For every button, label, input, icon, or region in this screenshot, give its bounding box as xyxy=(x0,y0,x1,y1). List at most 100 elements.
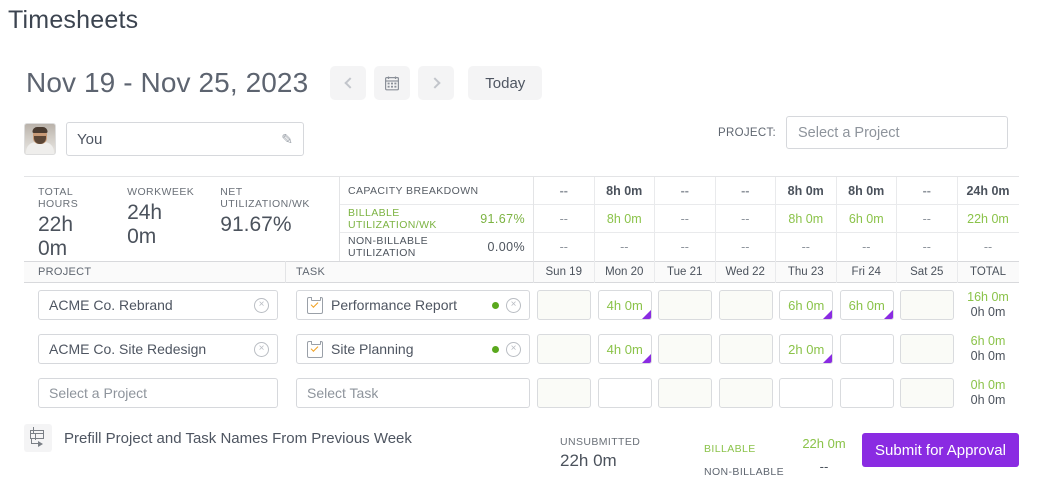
today-button[interactable]: Today xyxy=(468,66,543,100)
hour-cell-wrapper xyxy=(897,378,958,408)
project-select-input[interactable]: Select a Project xyxy=(786,116,1008,149)
status-dot xyxy=(492,345,499,353)
billable-cell: 22h 0m xyxy=(957,205,1019,233)
nonbillable-cell: -- xyxy=(559,240,568,254)
table-row: ACME Co. Site Redesign × Site Planning × 4h … xyxy=(24,327,1019,371)
hour-input[interactable] xyxy=(718,334,773,364)
previous-week-button[interactable] xyxy=(330,66,367,100)
prefill-label[interactable]: Prefill Project and Task Names From Prev… xyxy=(64,430,412,447)
column-header-day: Fri 24 xyxy=(837,261,897,283)
project-input[interactable]: ACME Co. Site Redesign × xyxy=(38,334,278,364)
arrow-head xyxy=(38,440,43,447)
hour-cell-wrapper xyxy=(655,334,716,364)
hour-input[interactable] xyxy=(658,290,713,320)
pencil-icon[interactable]: ✎ xyxy=(281,131,293,148)
hour-input[interactable] xyxy=(839,334,894,364)
hour-input[interactable]: 4h 0m xyxy=(597,334,652,364)
task-input[interactable]: Performance Report × xyxy=(296,290,530,320)
kpi-panel: TOTAL HOURS 22h 0m WORKWEEK 24h 0m NET U… xyxy=(24,177,340,261)
hour-input[interactable] xyxy=(718,290,773,320)
capacity-cell: -- xyxy=(897,177,957,205)
hour-cell-wrapper xyxy=(534,378,595,408)
next-week-button[interactable] xyxy=(418,66,455,100)
task-cell: Site Planning × xyxy=(286,334,534,364)
row-total-billable: 0h 0m xyxy=(970,378,1006,392)
hour-input[interactable] xyxy=(839,378,894,408)
hour-input[interactable] xyxy=(658,378,713,408)
hour-cell-wrapper xyxy=(837,334,898,364)
task-cell: Performance Report × xyxy=(286,290,534,320)
hour-cell-wrapper: 4h 0m xyxy=(595,334,656,364)
user-row: You ✎ xyxy=(24,122,304,156)
hour-cell-wrapper: 2h 0m xyxy=(776,334,837,364)
prefill-action[interactable]: Prefill Project and Task Names From Prev… xyxy=(24,424,412,452)
hour-cell-wrapper xyxy=(716,290,777,320)
billable-utilization-row: BILLABLE UTILIZATION/WK 91.67% xyxy=(340,205,533,233)
hour-input[interactable]: 2h 0m xyxy=(779,334,834,364)
footer-billable-labels: BILLABLE NON-BILLABLE xyxy=(704,438,784,484)
submit-for-approval-button[interactable]: Submit for Approval xyxy=(862,433,1019,467)
task-value: Select Task xyxy=(307,385,379,401)
hour-input[interactable] xyxy=(718,378,773,408)
hour-input[interactable] xyxy=(537,378,592,408)
project-cell: Select a Project xyxy=(24,378,286,408)
footer-nonbillable-value: -- xyxy=(819,459,829,474)
billable-utilization-value: 91.67% xyxy=(480,211,525,226)
task-value: Site Planning xyxy=(331,341,414,357)
calendar-icon xyxy=(385,76,400,90)
capacity-column: 8h 0m 8h 0m -- xyxy=(594,177,655,261)
hour-input[interactable] xyxy=(900,378,955,408)
hour-input[interactable] xyxy=(779,378,834,408)
hour-cell-wrapper xyxy=(716,378,777,408)
task-cell: Select Task xyxy=(286,378,534,408)
nonbillable-cell: -- xyxy=(741,240,750,254)
hour-input[interactable] xyxy=(537,290,592,320)
hour-cell-wrapper xyxy=(897,334,958,364)
kpi-total-hours: TOTAL HOURS 22h 0m xyxy=(38,186,101,261)
task-input[interactable]: Site Planning × xyxy=(296,334,530,364)
hour-input[interactable]: 6h 0m xyxy=(839,290,894,320)
nonbillable-cell: -- xyxy=(983,240,993,254)
hour-cell-wrapper xyxy=(716,334,777,364)
unsubmitted-label: UNSUBMITTED xyxy=(560,436,641,448)
hour-input[interactable] xyxy=(537,334,592,364)
footer-billable-value: 22h 0m xyxy=(802,436,846,451)
page-title: Timesheets xyxy=(8,6,139,34)
user-name-field[interactable]: You ✎ xyxy=(66,122,304,156)
capacity-column: 24h 0m 22h 0m -- xyxy=(957,177,1019,261)
calendar-picker-button[interactable] xyxy=(374,66,411,100)
unsubmitted-value: 22h 0m xyxy=(560,451,617,470)
hour-input[interactable] xyxy=(900,290,955,320)
column-header-day: TOTAL xyxy=(970,266,1006,278)
clear-project-icon[interactable]: × xyxy=(254,341,269,357)
hour-input[interactable] xyxy=(597,378,652,408)
entry-flag-corner-icon xyxy=(641,354,651,363)
hour-input[interactable] xyxy=(658,334,713,364)
billable-cell: -- xyxy=(897,205,957,233)
hour-cell-wrapper xyxy=(595,378,656,408)
nonbillable-cell: -- xyxy=(801,240,810,254)
capacity-column: -- -- -- xyxy=(655,177,716,261)
nonbillable-cell: -- xyxy=(862,240,871,254)
hour-cell-wrapper xyxy=(897,290,958,320)
capacity-section: TOTAL HOURS 22h 0m WORKWEEK 24h 0m NET U… xyxy=(24,177,1019,261)
capacity-cell: 8h 0m xyxy=(776,177,836,205)
week-navigation-bar: Nov 19 - Nov 25, 2023 Today xyxy=(26,66,543,100)
nonbillable-utilization-label: NON-BILLABLE UTILIZATION xyxy=(348,235,429,259)
entry-flag-corner-icon xyxy=(641,310,651,319)
hour-input[interactable]: 4h 0m xyxy=(597,290,652,320)
hour-input[interactable]: 6h 0m xyxy=(779,290,834,320)
row-total: 0h 0m 0h 0m xyxy=(958,378,1019,408)
clear-task-icon[interactable]: × xyxy=(506,297,521,313)
project-input[interactable]: Select a Project xyxy=(38,378,278,408)
task-right: × xyxy=(492,297,521,313)
nonbillable-utilization-row: NON-BILLABLE UTILIZATION 0.00% xyxy=(340,233,533,261)
clear-task-icon[interactable]: × xyxy=(506,341,521,357)
hour-cell-wrapper xyxy=(776,378,837,408)
column-header-day: Tue 21 xyxy=(655,261,716,283)
clear-project-icon[interactable]: × xyxy=(254,297,269,313)
task-input[interactable]: Select Task xyxy=(296,378,530,408)
column-header-day: Thu 23 xyxy=(776,261,837,283)
project-input[interactable]: ACME Co. Rebrand × xyxy=(38,290,278,320)
hour-input[interactable] xyxy=(900,334,955,364)
